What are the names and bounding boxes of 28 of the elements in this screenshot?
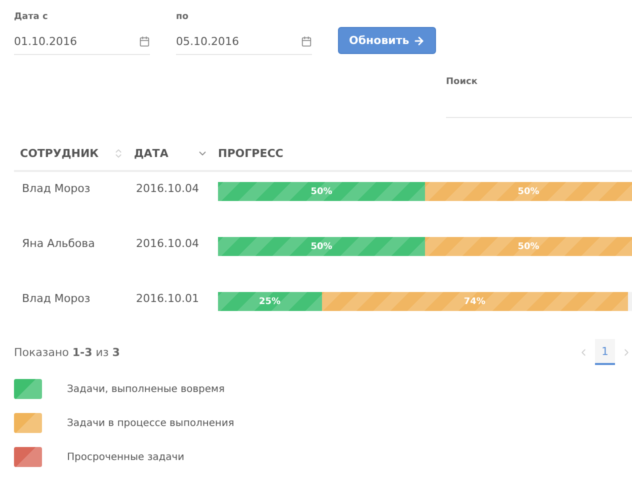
sort-icon[interactable]	[113, 148, 124, 158]
date-cell-text: 2016.10.01	[136, 292, 200, 305]
employee-name: Яна Альбова	[22, 237, 96, 250]
column-header[interactable]: ПРОГРЕСС	[218, 146, 284, 160]
progress-segment: 50%	[425, 182, 632, 201]
date-cell-text: 2016.10.04	[136, 182, 200, 195]
column-header[interactable]: СОТРУДНИК	[20, 146, 99, 160]
date-cell-text: 2016.10.04	[136, 237, 200, 250]
legend-label: Задачи, выполненые вовремя	[67, 384, 225, 394]
employee-name: Влад Мороз	[22, 292, 92, 305]
legend-label: Просроченные задачи	[67, 452, 184, 462]
search-label: Поиск	[446, 77, 478, 89]
progress-segment: 50%	[425, 237, 632, 256]
column-header[interactable]: ДАТА	[134, 146, 168, 160]
legend-label: Задачи в процессе выполнения	[67, 418, 234, 428]
date-input[interactable]: 01.10.2016	[14, 34, 114, 48]
progress-segment: 25%	[218, 292, 322, 311]
field-label: по	[176, 12, 190, 24]
progress-segment: 50%	[218, 237, 425, 256]
employee-name: Влад Мороз	[22, 182, 92, 195]
calendar-icon[interactable]	[301, 36, 312, 46]
calendar-icon[interactable]	[139, 36, 150, 46]
progress-segment: 74%	[322, 292, 628, 311]
progress-segment: 50%	[218, 182, 425, 201]
results-summary: Показано 1-3 из 3	[14, 346, 120, 358]
field-label: Дата с	[14, 12, 49, 24]
date-input[interactable]: 05.10.2016	[176, 34, 276, 48]
arrow-right-icon	[413, 34, 426, 46]
